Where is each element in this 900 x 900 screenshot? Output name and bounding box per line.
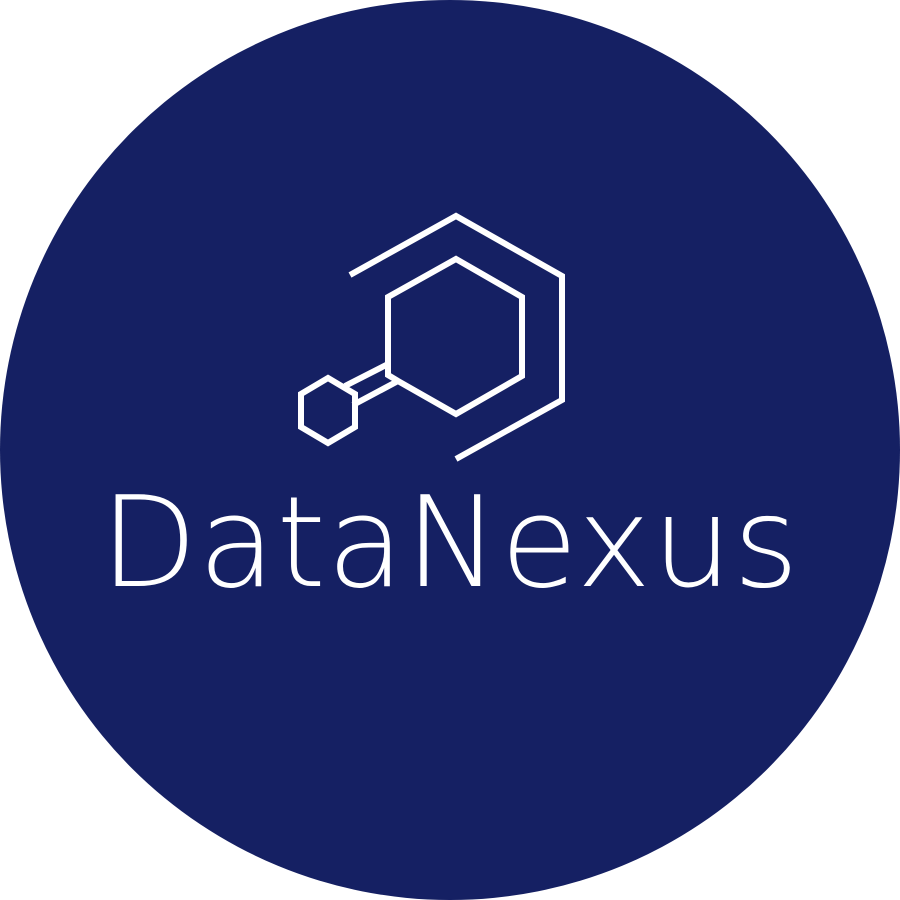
brand-wordmark: DataNexus [100, 469, 800, 616]
inner-hexagon [385, 255, 525, 418]
hexagon-network-icon [298, 212, 565, 462]
outer-hexagon-arc [348, 212, 565, 462]
logo-canvas: DataNexus [0, 0, 900, 900]
small-hexagon-node [298, 374, 358, 447]
